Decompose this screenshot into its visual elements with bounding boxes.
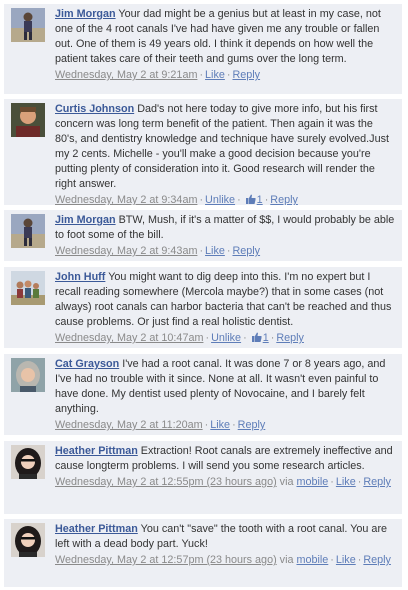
meta-separator: · [232,419,236,431]
comment-meta: Wednesday, May 2 at 11:20am · Like · Reply [55,418,398,433]
thumbs-up-icon[interactable] [251,332,262,342]
comment-item: John Huff You might want to dig deep int… [4,267,402,348]
reply-link[interactable]: Reply [270,194,298,205]
reply-link[interactable]: Reply [232,245,260,257]
reply-link[interactable]: Reply [363,476,391,488]
via-label: via [279,554,294,566]
unlike-link[interactable]: Unlike [211,332,241,344]
comment-timestamp[interactable]: Wednesday, May 2 at 12:57pm (23 hours ag… [55,554,277,566]
avatar[interactable] [11,523,45,557]
comment-timestamp[interactable]: Wednesday, May 2 at 9:21am [55,69,197,81]
unlike-link[interactable]: Unlike [205,194,235,205]
thumbs-up-icon[interactable] [245,194,256,204]
like-link[interactable]: Like [205,69,225,81]
comment-author-link[interactable]: Jim Morgan [55,8,116,20]
comment-author-link[interactable]: Heather Pittman [55,445,138,457]
comment-timestamp[interactable]: Wednesday, May 2 at 11:20am [55,419,203,431]
meta-separator: · [237,194,241,205]
comment-author-link[interactable]: John Huff [55,271,105,283]
via-label: via [279,476,294,488]
comment-item: Heather Pittman Extraction! Root canals … [4,441,402,514]
comment-meta: Wednesday, May 2 at 9:43am · Like · Reply [55,244,398,259]
comment-item: Heather Pittman You can't "save" the too… [4,519,402,587]
comment-item: Cat Grayson I've had a root canal. It wa… [4,354,402,435]
like-count[interactable]: 1 [257,194,263,205]
avatar[interactable] [11,358,45,392]
comment-author-link[interactable]: Curtis Johnson [55,103,134,115]
like-link[interactable]: Like [205,245,225,257]
comment-meta: Wednesday, May 2 at 9:34am · Unlike · 1 · Repl… [55,193,398,205]
avatar[interactable] [11,103,45,137]
comment-item: Jim Morgan BTW, Mush, if it's a matter o… [4,210,402,261]
like-link[interactable]: Like [336,554,356,566]
comment-item: Curtis Johnson Dad's not here today to g… [4,99,402,205]
like-link[interactable]: Like [210,419,230,431]
comment-meta: Wednesday, May 2 at 12:57pm (23 hours ag… [55,553,398,568]
comment-meta: Wednesday, May 2 at 12:55pm (23 hours ag… [55,475,398,490]
meta-separator: · [330,554,334,566]
avatar[interactable] [11,445,45,479]
comment-author-link[interactable]: Heather Pittman [55,523,138,535]
meta-separator: · [330,476,334,488]
via-source-link[interactable]: mobile [296,554,328,566]
comment-timestamp[interactable]: Wednesday, May 2 at 10:47am [55,332,203,344]
meta-separator: · [199,245,204,257]
reply-link[interactable]: Reply [238,419,266,431]
comment-author-link[interactable]: Cat Grayson [55,358,119,370]
comment-feed: Jim Morgan Your dad might be a genius bu… [0,0,408,590]
reply-link[interactable]: Reply [232,69,260,81]
meta-separator: · [205,332,210,344]
comment-timestamp[interactable]: Wednesday, May 2 at 9:34am [55,194,197,205]
avatar[interactable] [11,271,45,305]
comment-item: Jim Morgan Your dad might be a genius bu… [4,4,402,94]
via-source-link[interactable]: mobile [296,476,328,488]
meta-separator: · [243,332,247,344]
like-link[interactable]: Like [336,476,356,488]
avatar[interactable] [11,214,45,248]
comment-timestamp[interactable]: Wednesday, May 2 at 12:55pm (23 hours ag… [55,476,277,488]
reply-link[interactable]: Reply [363,554,391,566]
comment-text: You might want to dig deep into this. I'… [55,271,392,328]
comment-text: Dad's not here today to give more info, … [55,103,389,190]
comment-timestamp[interactable]: Wednesday, May 2 at 9:43am [55,245,197,257]
meta-separator: · [199,69,204,81]
comment-meta: Wednesday, May 2 at 9:21am · Like · Reply [55,68,398,83]
comment-meta: Wednesday, May 2 at 10:47am · Unlike · 1 · Rep… [55,331,398,346]
reply-link[interactable]: Reply [276,332,304,344]
like-count[interactable]: 1 [263,332,269,344]
avatar[interactable] [11,8,45,42]
meta-separator: · [199,194,204,205]
comment-author-link[interactable]: Jim Morgan [55,214,116,226]
